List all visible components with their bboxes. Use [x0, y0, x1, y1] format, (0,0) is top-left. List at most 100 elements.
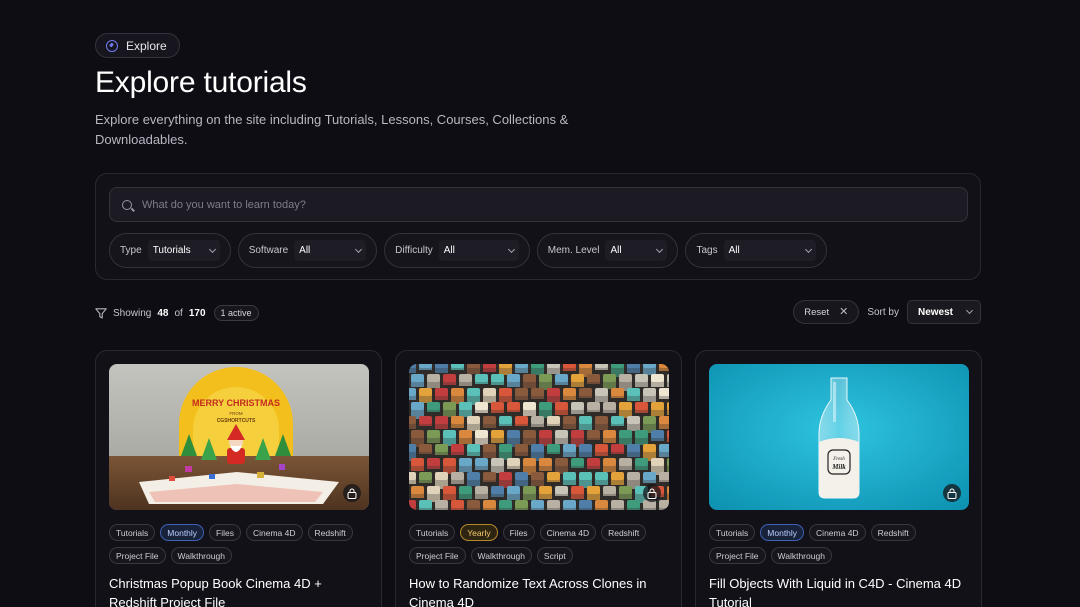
block-top: [419, 416, 432, 424]
tag[interactable]: Cinema 4D: [246, 524, 303, 541]
filter-type[interactable]: Type Tutorials: [109, 233, 231, 268]
tag[interactable]: Tutorials: [409, 524, 456, 541]
filter-value: Tutorials: [152, 245, 191, 256]
tag-yearly[interactable]: Yearly: [460, 524, 498, 541]
reset-button[interactable]: Reset ✕: [793, 300, 860, 324]
block-top: [659, 364, 669, 368]
sort-select[interactable]: Newest: [907, 300, 981, 324]
block-top: [547, 364, 560, 368]
block-top: [443, 430, 456, 438]
tutorial-card[interactable]: MERRY CHRISTMAS FROM CGSHORTCUTS Tutoria…: [95, 350, 382, 607]
block-top: [603, 402, 616, 410]
block-top: [427, 430, 440, 438]
tag[interactable]: Files: [209, 524, 241, 541]
block-top: [467, 472, 480, 480]
tag[interactable]: Tutorials: [709, 524, 756, 541]
filter-mem-level-select[interactable]: All: [605, 240, 668, 261]
block-top: [587, 402, 600, 410]
block-top: [483, 416, 496, 424]
tag[interactable]: Tutorials: [109, 524, 156, 541]
tag-monthly[interactable]: Monthly: [760, 524, 805, 541]
search-bar[interactable]: [109, 187, 968, 222]
block-top: [499, 388, 512, 396]
block-top: [475, 402, 488, 410]
filter-tags[interactable]: Tags All: [685, 233, 827, 268]
tag[interactable]: Walkthrough: [770, 547, 832, 564]
filter-difficulty-select[interactable]: All: [438, 240, 519, 261]
card-title[interactable]: How to Randomize Text Across Clones in C…: [409, 574, 671, 607]
block-top: [619, 458, 632, 466]
card-thumbnail[interactable]: [409, 364, 669, 510]
block-top: [579, 472, 592, 480]
block-top: [587, 374, 600, 382]
tag[interactable]: Redshift: [601, 524, 647, 541]
card-tags: Tutorials Monthly Files Cinema 4D Redshi…: [109, 524, 371, 564]
block-top: [491, 486, 504, 494]
filter-tags-select[interactable]: All: [723, 240, 816, 261]
block-top: [667, 458, 669, 466]
tag[interactable]: Script: [536, 547, 573, 564]
chevron-down-icon: [965, 306, 974, 315]
block-top: [659, 416, 669, 424]
block-top: [603, 374, 616, 382]
block-top: [619, 430, 632, 438]
block-top: [419, 364, 432, 368]
tutorial-card[interactable]: Tutorials Yearly Files Cinema 4D Redshif…: [395, 350, 682, 607]
block-top: [515, 388, 528, 396]
tag[interactable]: Files: [502, 524, 535, 541]
block-top: [571, 374, 584, 382]
tag[interactable]: Project File: [409, 547, 466, 564]
filter-software-select[interactable]: All: [294, 240, 367, 261]
block-top: [483, 388, 496, 396]
block-top: [435, 472, 448, 480]
tag[interactable]: Walkthrough: [470, 547, 532, 564]
block-top: [475, 486, 488, 494]
block-top: [459, 430, 472, 438]
block-top: [435, 364, 448, 368]
tag[interactable]: Project File: [109, 547, 166, 564]
block-top: [427, 458, 440, 466]
block-top: [539, 402, 552, 410]
block-top: [483, 472, 496, 480]
block-top: [451, 444, 464, 452]
block-top: [475, 458, 488, 466]
chevron-down-icon: [656, 245, 664, 253]
block-top: [595, 388, 608, 396]
tag[interactable]: Redshift: [307, 524, 353, 541]
filter-value: All: [299, 245, 311, 256]
filter-funnel-icon: [95, 307, 107, 319]
tag-monthly[interactable]: Monthly: [160, 524, 205, 541]
tag[interactable]: Cinema 4D: [809, 524, 866, 541]
tag[interactable]: Project File: [709, 547, 766, 564]
filter-row: Type Tutorials Software All Difficulty A…: [109, 233, 827, 268]
block-top: [435, 388, 448, 396]
block-top: [467, 444, 480, 452]
block-top: [443, 402, 456, 410]
active-filters-badge[interactable]: 1 active: [213, 305, 259, 321]
block-top: [611, 388, 624, 396]
block-top: [547, 444, 560, 452]
card-title[interactable]: Christmas Popup Book Cinema 4D + Redshif…: [109, 574, 371, 607]
block-top: [595, 444, 608, 452]
tag[interactable]: Walkthrough: [170, 547, 232, 564]
card-thumbnail[interactable]: Fresh Milk: [709, 364, 969, 510]
filter-difficulty[interactable]: Difficulty All: [384, 233, 530, 268]
block-top: [611, 500, 624, 508]
card-thumbnail[interactable]: MERRY CHRISTMAS FROM CGSHORTCUTS: [109, 364, 369, 510]
block-top: [619, 486, 632, 494]
search-input[interactable]: [142, 198, 967, 211]
block-top: [587, 486, 600, 494]
filter-type-select[interactable]: Tutorials: [147, 240, 220, 261]
filter-software[interactable]: Software All: [237, 233, 378, 268]
tag[interactable]: Redshift: [870, 524, 916, 541]
card-title[interactable]: Fill Objects With Liquid in C4D - Cinema…: [709, 574, 971, 607]
popup-brand-text: CGSHORTCUTS: [217, 418, 256, 424]
tag[interactable]: Cinema 4D: [539, 524, 597, 541]
page-subtitle: Explore everything on the site including…: [95, 112, 569, 147]
tutorial-card[interactable]: Fresh Milk Tutorials Monthly Cinema 4D R…: [695, 350, 982, 607]
page-title: Explore tutorials: [95, 66, 307, 99]
block-top: [531, 500, 544, 508]
filter-mem-level[interactable]: Mem. Level All: [536, 233, 679, 268]
block-top: [539, 374, 552, 382]
block-top: [667, 430, 669, 438]
